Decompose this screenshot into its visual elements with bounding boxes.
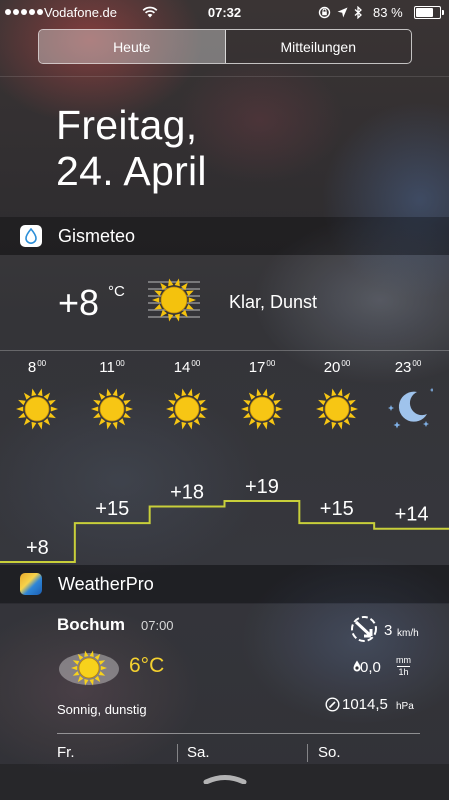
forecast-day: So. — [318, 744, 341, 761]
air-pressure: 1014,5 — [342, 696, 388, 713]
sun-icon — [166, 388, 208, 430]
rain-unit: mm 1h — [396, 655, 411, 678]
temperature-label: +14 — [395, 504, 429, 526]
hour-minutes: 00 — [412, 359, 422, 368]
divider — [0, 76, 449, 77]
date-heading: Freitag, 24. April — [56, 102, 207, 194]
wind-direction-icon — [351, 616, 377, 642]
gismeteo-header[interactable]: Gismeteo — [0, 217, 449, 255]
gismeteo-title: Gismeteo — [58, 226, 136, 246]
temperature-chart: +8 +15 +18 +19 +15 +14 — [0, 476, 449, 563]
temperature-label: +15 — [320, 498, 354, 520]
gismeteo-app-icon — [20, 225, 42, 247]
hour-label: 800 — [7, 359, 67, 376]
weatherpro-header[interactable]: WeatherPro — [0, 565, 449, 603]
rain-unit-bottom: 1h — [398, 667, 409, 677]
sun-icon — [241, 388, 283, 430]
weatherpro-title: WeatherPro — [58, 574, 154, 594]
grabber-handle[interactable] — [203, 774, 247, 784]
city-name: Bochum — [57, 615, 125, 634]
temperature-label: +18 — [170, 482, 204, 504]
rotation-lock-icon — [318, 6, 331, 19]
day-month: 24. April — [56, 148, 207, 194]
rain-unit-top: mm — [396, 655, 411, 665]
tab-heute[interactable]: Heute — [39, 30, 226, 63]
bluetooth-icon — [354, 6, 362, 19]
rain-amount: 0,0 — [360, 659, 381, 676]
battery-percent: 83 % — [373, 5, 403, 20]
hour-value: 20 — [323, 359, 341, 376]
hour-minutes: 00 — [191, 359, 201, 368]
hour-value: 11 — [99, 359, 115, 376]
hour-value: 23 — [394, 359, 412, 376]
divider — [177, 744, 178, 762]
hour-minutes: 00 — [115, 359, 125, 368]
forecast-day: Sa. — [187, 744, 210, 761]
sun-haze-icon — [59, 650, 119, 686]
divider — [307, 744, 308, 762]
current-temperature: +8 — [58, 282, 100, 323]
weekday: Freitag, — [56, 102, 198, 148]
temperature-label: +15 — [95, 498, 129, 520]
hour-minutes: 00 — [266, 359, 276, 368]
current-condition: Klar, Dunst — [229, 292, 318, 312]
notification-tabs: Heute Mitteilungen — [38, 29, 412, 64]
status-icons — [318, 6, 362, 19]
water-drop-icon — [25, 228, 37, 244]
weatherpro-temperature: 6°C — [129, 654, 165, 677]
hour-minutes: 00 — [341, 359, 351, 368]
hour-minutes: 00 — [37, 359, 47, 368]
sun-icon — [91, 388, 133, 430]
temperature-label: +8 — [26, 537, 49, 559]
wind-unit: km/h — [397, 628, 419, 639]
forecast-day: Fr. — [57, 744, 75, 761]
temperature-label: +19 — [245, 476, 279, 498]
location-arrow-icon — [337, 7, 348, 18]
hour-label: 1100 — [82, 359, 142, 376]
battery-icon — [414, 6, 444, 19]
hour-label: 2000 — [307, 359, 367, 376]
observation-time: 07:00 — [141, 618, 174, 633]
temperature-unit: °C — [108, 283, 125, 300]
moon-stars-icon — [388, 387, 433, 429]
weather-description: Sonnig, dunstig — [57, 702, 147, 717]
pressure-unit: hPa — [396, 701, 414, 712]
hour-value: 14 — [173, 359, 191, 376]
barometer-icon — [325, 697, 340, 712]
wind-speed: 3 — [384, 622, 393, 639]
status-bar: Vodafone.de 07:32 83 % — [0, 0, 449, 26]
divider — [57, 733, 420, 734]
divider — [0, 350, 449, 351]
sun-haze-icon — [148, 278, 200, 322]
sun-icon — [16, 388, 58, 430]
tab-mitteilungen[interactable]: Mitteilungen — [226, 30, 412, 63]
hour-label: 1400 — [157, 359, 217, 376]
sun-icon — [316, 388, 358, 430]
weatherpro-app-icon — [20, 573, 42, 595]
hour-value: 8 — [27, 359, 37, 376]
hour-label: 2300 — [378, 359, 438, 376]
temperature-line — [0, 500, 449, 563]
hour-value: 17 — [248, 359, 266, 376]
hour-label: 1700 — [232, 359, 292, 376]
